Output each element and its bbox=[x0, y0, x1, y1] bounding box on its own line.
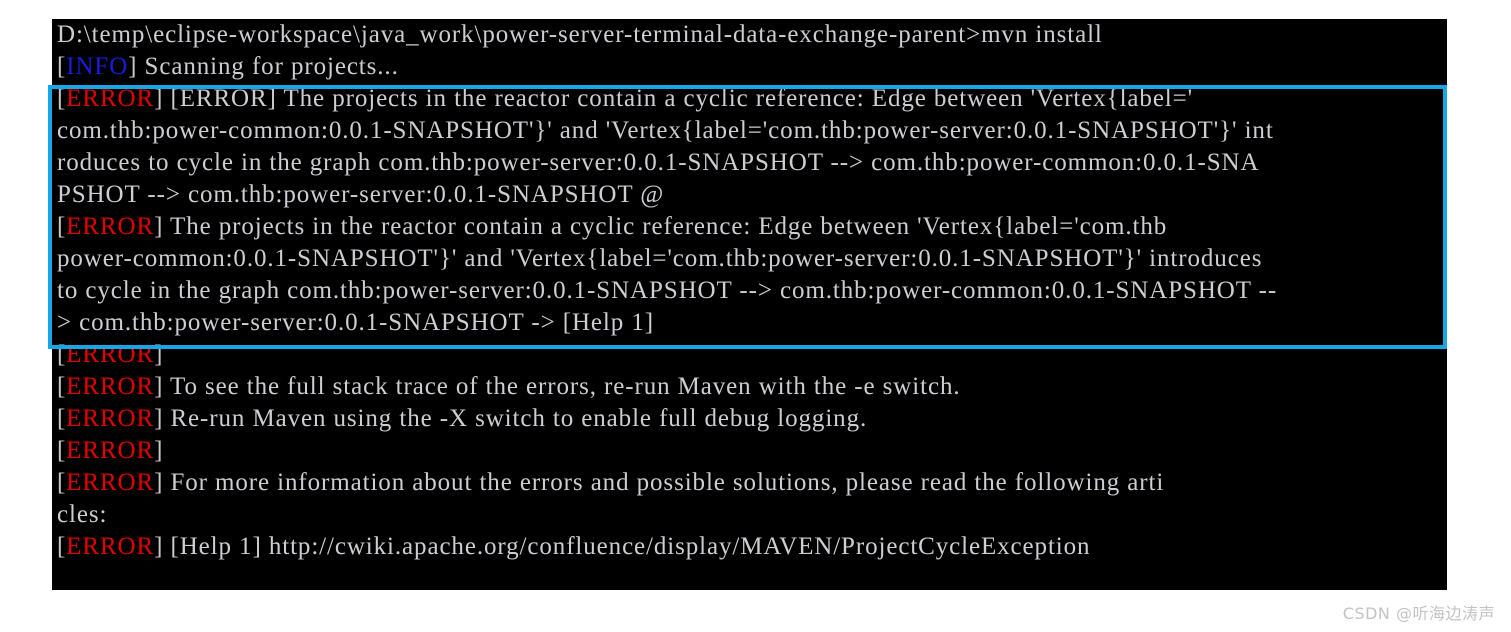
terminal-line: [ERROR] bbox=[57, 435, 1447, 467]
terminal-line-text: D:\temp\eclipse-workspace\java_work\powe… bbox=[57, 21, 1103, 48]
terminal-line: [ERROR] The projects in the reactor cont… bbox=[57, 211, 1447, 243]
bracket-open: [ bbox=[57, 405, 67, 432]
terminal-line: [ERROR] To see the full stack trace of t… bbox=[57, 371, 1447, 403]
terminal-line-text: to cycle in the graph com.thb:power-serv… bbox=[57, 277, 1278, 304]
bracket-close: ] bbox=[154, 373, 164, 400]
terminal-line-text: For more information about the errors an… bbox=[163, 469, 1165, 496]
log-level-error: ERROR bbox=[66, 437, 155, 464]
terminal-line: [ERROR] Re-run Maven using the -X switch… bbox=[57, 403, 1447, 435]
bracket-open: [ bbox=[57, 469, 67, 496]
bracket-open: [ bbox=[57, 373, 67, 400]
terminal-line: [ERROR] For more information about the e… bbox=[57, 467, 1447, 499]
terminal-window[interactable]: D:\temp\eclipse-workspace\java_work\powe… bbox=[52, 19, 1447, 590]
bracket-close: ] bbox=[154, 213, 164, 240]
terminal-line: D:\temp\eclipse-workspace\java_work\powe… bbox=[57, 19, 1447, 51]
bracket-close: ] bbox=[154, 341, 164, 368]
bracket-open: [ bbox=[57, 213, 67, 240]
terminal-line-text: To see the full stack trace of the error… bbox=[163, 373, 961, 400]
bracket-close: ] bbox=[154, 85, 164, 112]
terminal-line-text: > com.thb:power-server:0.0.1-SNAPSHOT ->… bbox=[57, 309, 654, 336]
log-level-info: INFO bbox=[66, 53, 129, 80]
terminal-output: D:\temp\eclipse-workspace\java_work\powe… bbox=[52, 19, 1447, 563]
terminal-line: power-common:0.0.1-SNAPSHOT'}' and 'Vert… bbox=[57, 243, 1447, 275]
terminal-line-text: cles: bbox=[57, 501, 108, 528]
log-level-error: ERROR bbox=[66, 405, 155, 432]
terminal-line-text: com.thb:power-common:0.0.1-SNAPSHOT'}' a… bbox=[57, 117, 1274, 144]
log-level-error: ERROR bbox=[66, 533, 155, 560]
watermark-label: CSDN @听海边涛声 bbox=[1342, 604, 1495, 623]
terminal-line: com.thb:power-common:0.0.1-SNAPSHOT'}' a… bbox=[57, 115, 1447, 147]
terminal-line: [ERROR] [Help 1] http://cwiki.apache.org… bbox=[57, 531, 1447, 563]
log-level-error: ERROR bbox=[66, 373, 155, 400]
terminal-line: > com.thb:power-server:0.0.1-SNAPSHOT ->… bbox=[57, 307, 1447, 339]
bracket-open: [ bbox=[57, 85, 67, 112]
bracket-open: [ bbox=[57, 533, 67, 560]
terminal-line: [INFO] Scanning for projects... bbox=[57, 51, 1447, 83]
bracket-open: [ bbox=[57, 437, 67, 464]
terminal-line-text: The projects in the reactor contain a cy… bbox=[163, 213, 1168, 240]
terminal-line: cles: bbox=[57, 499, 1447, 531]
terminal-line: [ERROR] [ERROR] The projects in the reac… bbox=[57, 83, 1447, 115]
terminal-line-text: power-common:0.0.1-SNAPSHOT'}' and 'Vert… bbox=[57, 245, 1263, 272]
terminal-line-text: Re-run Maven using the -X switch to enab… bbox=[163, 405, 868, 432]
terminal-line-text: [ERROR] The projects in the reactor cont… bbox=[163, 85, 1194, 112]
bracket-open: [ bbox=[57, 341, 67, 368]
terminal-line: roduces to cycle in the graph com.thb:po… bbox=[57, 147, 1447, 179]
terminal-line-text: [Help 1] http://cwiki.apache.org/conflue… bbox=[163, 533, 1091, 560]
terminal-line-text: roduces to cycle in the graph com.thb:po… bbox=[57, 149, 1260, 176]
log-level-error: ERROR bbox=[66, 469, 155, 496]
log-level-error: ERROR bbox=[66, 213, 155, 240]
terminal-line-text: Scanning for projects... bbox=[137, 53, 399, 80]
log-level-error: ERROR bbox=[66, 341, 155, 368]
bracket-close: ] bbox=[154, 533, 164, 560]
bracket-close: ] bbox=[154, 437, 164, 464]
log-level-error: ERROR bbox=[66, 85, 155, 112]
terminal-line: [ERROR] bbox=[57, 339, 1447, 371]
terminal-line-text: PSHOT --> com.thb:power-server:0.0.1-SNA… bbox=[57, 181, 665, 208]
bracket-open: [ bbox=[57, 53, 67, 80]
bracket-close: ] bbox=[154, 469, 164, 496]
terminal-line: PSHOT --> com.thb:power-server:0.0.1-SNA… bbox=[57, 179, 1447, 211]
terminal-line: to cycle in the graph com.thb:power-serv… bbox=[57, 275, 1447, 307]
bracket-close: ] bbox=[154, 405, 164, 432]
